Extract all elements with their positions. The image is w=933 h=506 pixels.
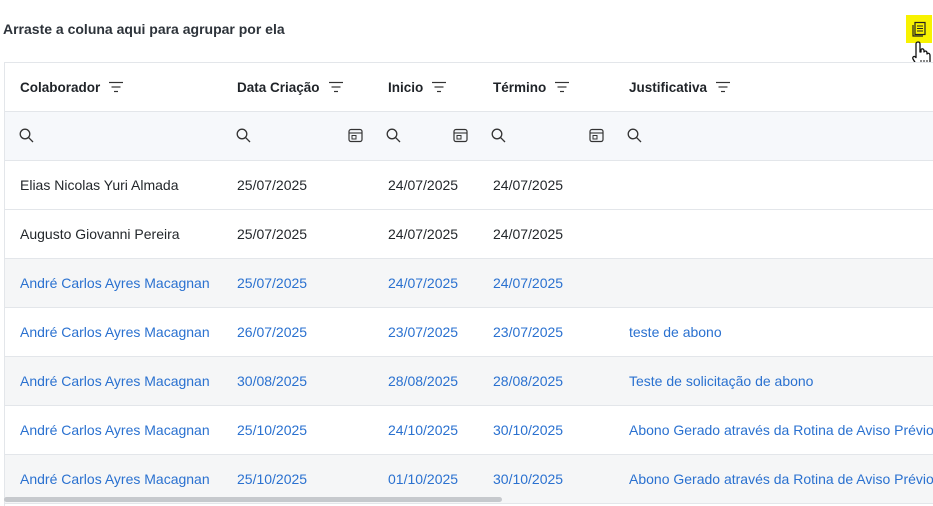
column-header-data-criacao[interactable]: Data Criação	[237, 63, 343, 111]
cell-justificativa: Abono Gerado através da Rotina de Aviso …	[629, 471, 933, 487]
column-header-termino[interactable]: Término	[493, 63, 570, 111]
cell-data-criacao: 26/07/2025	[237, 324, 308, 340]
cell-justificativa: teste de abono	[629, 324, 722, 340]
calendar-icon[interactable]	[589, 128, 604, 148]
cell-data-criacao: 25/07/2025	[237, 177, 308, 193]
table-row[interactable]: Elias Nicolas Yuri Almada 25/07/2025 24/…	[5, 161, 933, 210]
search-icon[interactable]	[386, 128, 401, 148]
filter-lines-icon[interactable]	[555, 81, 570, 93]
cell-colaborador: Augusto Giovanni Pereira	[20, 226, 180, 242]
cell-colaborador: André Carlos Ayres Macagnan	[20, 324, 210, 340]
table-row[interactable]: André Carlos Ayres Macagnan 25/07/2025 2…	[5, 259, 933, 308]
cell-colaborador: André Carlos Ayres Macagnan	[20, 373, 210, 389]
data-grid: Colaborador Data Criação Inicio Término …	[4, 62, 933, 506]
column-header-colaborador[interactable]: Colaborador	[20, 63, 124, 111]
cell-data-criacao: 30/08/2025	[237, 373, 308, 389]
cell-termino: 23/07/2025	[493, 324, 564, 340]
cell-data-criacao: 25/10/2025	[237, 471, 308, 487]
group-panel-hint: Arraste a coluna aqui para agrupar por e…	[3, 21, 285, 37]
cell-justificativa: Teste de solicitação de abono	[629, 373, 814, 389]
table-row[interactable]: André Carlos Ayres Macagnan 25/10/2025 2…	[5, 406, 933, 455]
cell-termino: 30/10/2025	[493, 422, 564, 438]
filter-lines-icon[interactable]	[328, 81, 343, 93]
cell-termino: 30/10/2025	[493, 471, 564, 487]
cell-colaborador: André Carlos Ayres Macagnan	[20, 422, 210, 438]
cell-inicio: 24/10/2025	[388, 422, 459, 438]
cell-inicio: 24/07/2025	[388, 226, 459, 242]
cell-termino: 24/07/2025	[493, 275, 564, 291]
cell-data-criacao: 25/07/2025	[237, 226, 308, 242]
cell-inicio: 24/07/2025	[388, 177, 459, 193]
cell-termino: 24/07/2025	[493, 226, 564, 242]
grid-filter-row	[5, 112, 933, 161]
cell-termino: 24/07/2025	[493, 177, 564, 193]
calendar-icon[interactable]	[453, 128, 468, 148]
column-chooser-button[interactable]	[906, 15, 932, 43]
filter-lines-icon[interactable]	[716, 81, 731, 93]
grid-header-row: Colaborador Data Criação Inicio Término …	[5, 63, 933, 112]
table-row[interactable]: André Carlos Ayres Macagnan 30/08/2025 2…	[5, 357, 933, 406]
column-header-inicio[interactable]: Inicio	[388, 63, 447, 111]
cell-colaborador: André Carlos Ayres Macagnan	[20, 471, 210, 487]
filter-lines-icon[interactable]	[109, 81, 124, 93]
cell-data-criacao: 25/10/2025	[237, 422, 308, 438]
cell-termino: 28/08/2025	[493, 373, 564, 389]
table-row[interactable]: André Carlos Ayres Macagnan 26/07/2025 2…	[5, 308, 933, 357]
cell-inicio: 23/07/2025	[388, 324, 459, 340]
horizontal-scrollbar[interactable]	[4, 497, 502, 502]
column-chooser-icon	[912, 21, 926, 37]
search-icon[interactable]	[627, 128, 642, 148]
cell-colaborador: André Carlos Ayres Macagnan	[20, 275, 210, 291]
filter-lines-icon[interactable]	[432, 81, 447, 93]
search-icon[interactable]	[491, 128, 506, 148]
calendar-icon[interactable]	[348, 128, 363, 148]
cell-inicio: 01/10/2025	[388, 471, 459, 487]
cell-justificativa: Abono Gerado através da Rotina de Aviso …	[629, 422, 933, 438]
cell-inicio: 28/08/2025	[388, 373, 459, 389]
cell-inicio: 24/07/2025	[388, 275, 459, 291]
search-icon[interactable]	[236, 128, 251, 148]
cell-data-criacao: 25/07/2025	[237, 275, 308, 291]
column-header-justificativa[interactable]: Justificativa	[629, 63, 731, 111]
cell-colaborador: Elias Nicolas Yuri Almada	[20, 177, 179, 193]
group-panel[interactable]: Arraste a coluna aqui para agrupar por e…	[0, 0, 933, 69]
table-row[interactable]: Augusto Giovanni Pereira 25/07/2025 24/0…	[5, 210, 933, 259]
search-icon[interactable]	[19, 128, 34, 148]
